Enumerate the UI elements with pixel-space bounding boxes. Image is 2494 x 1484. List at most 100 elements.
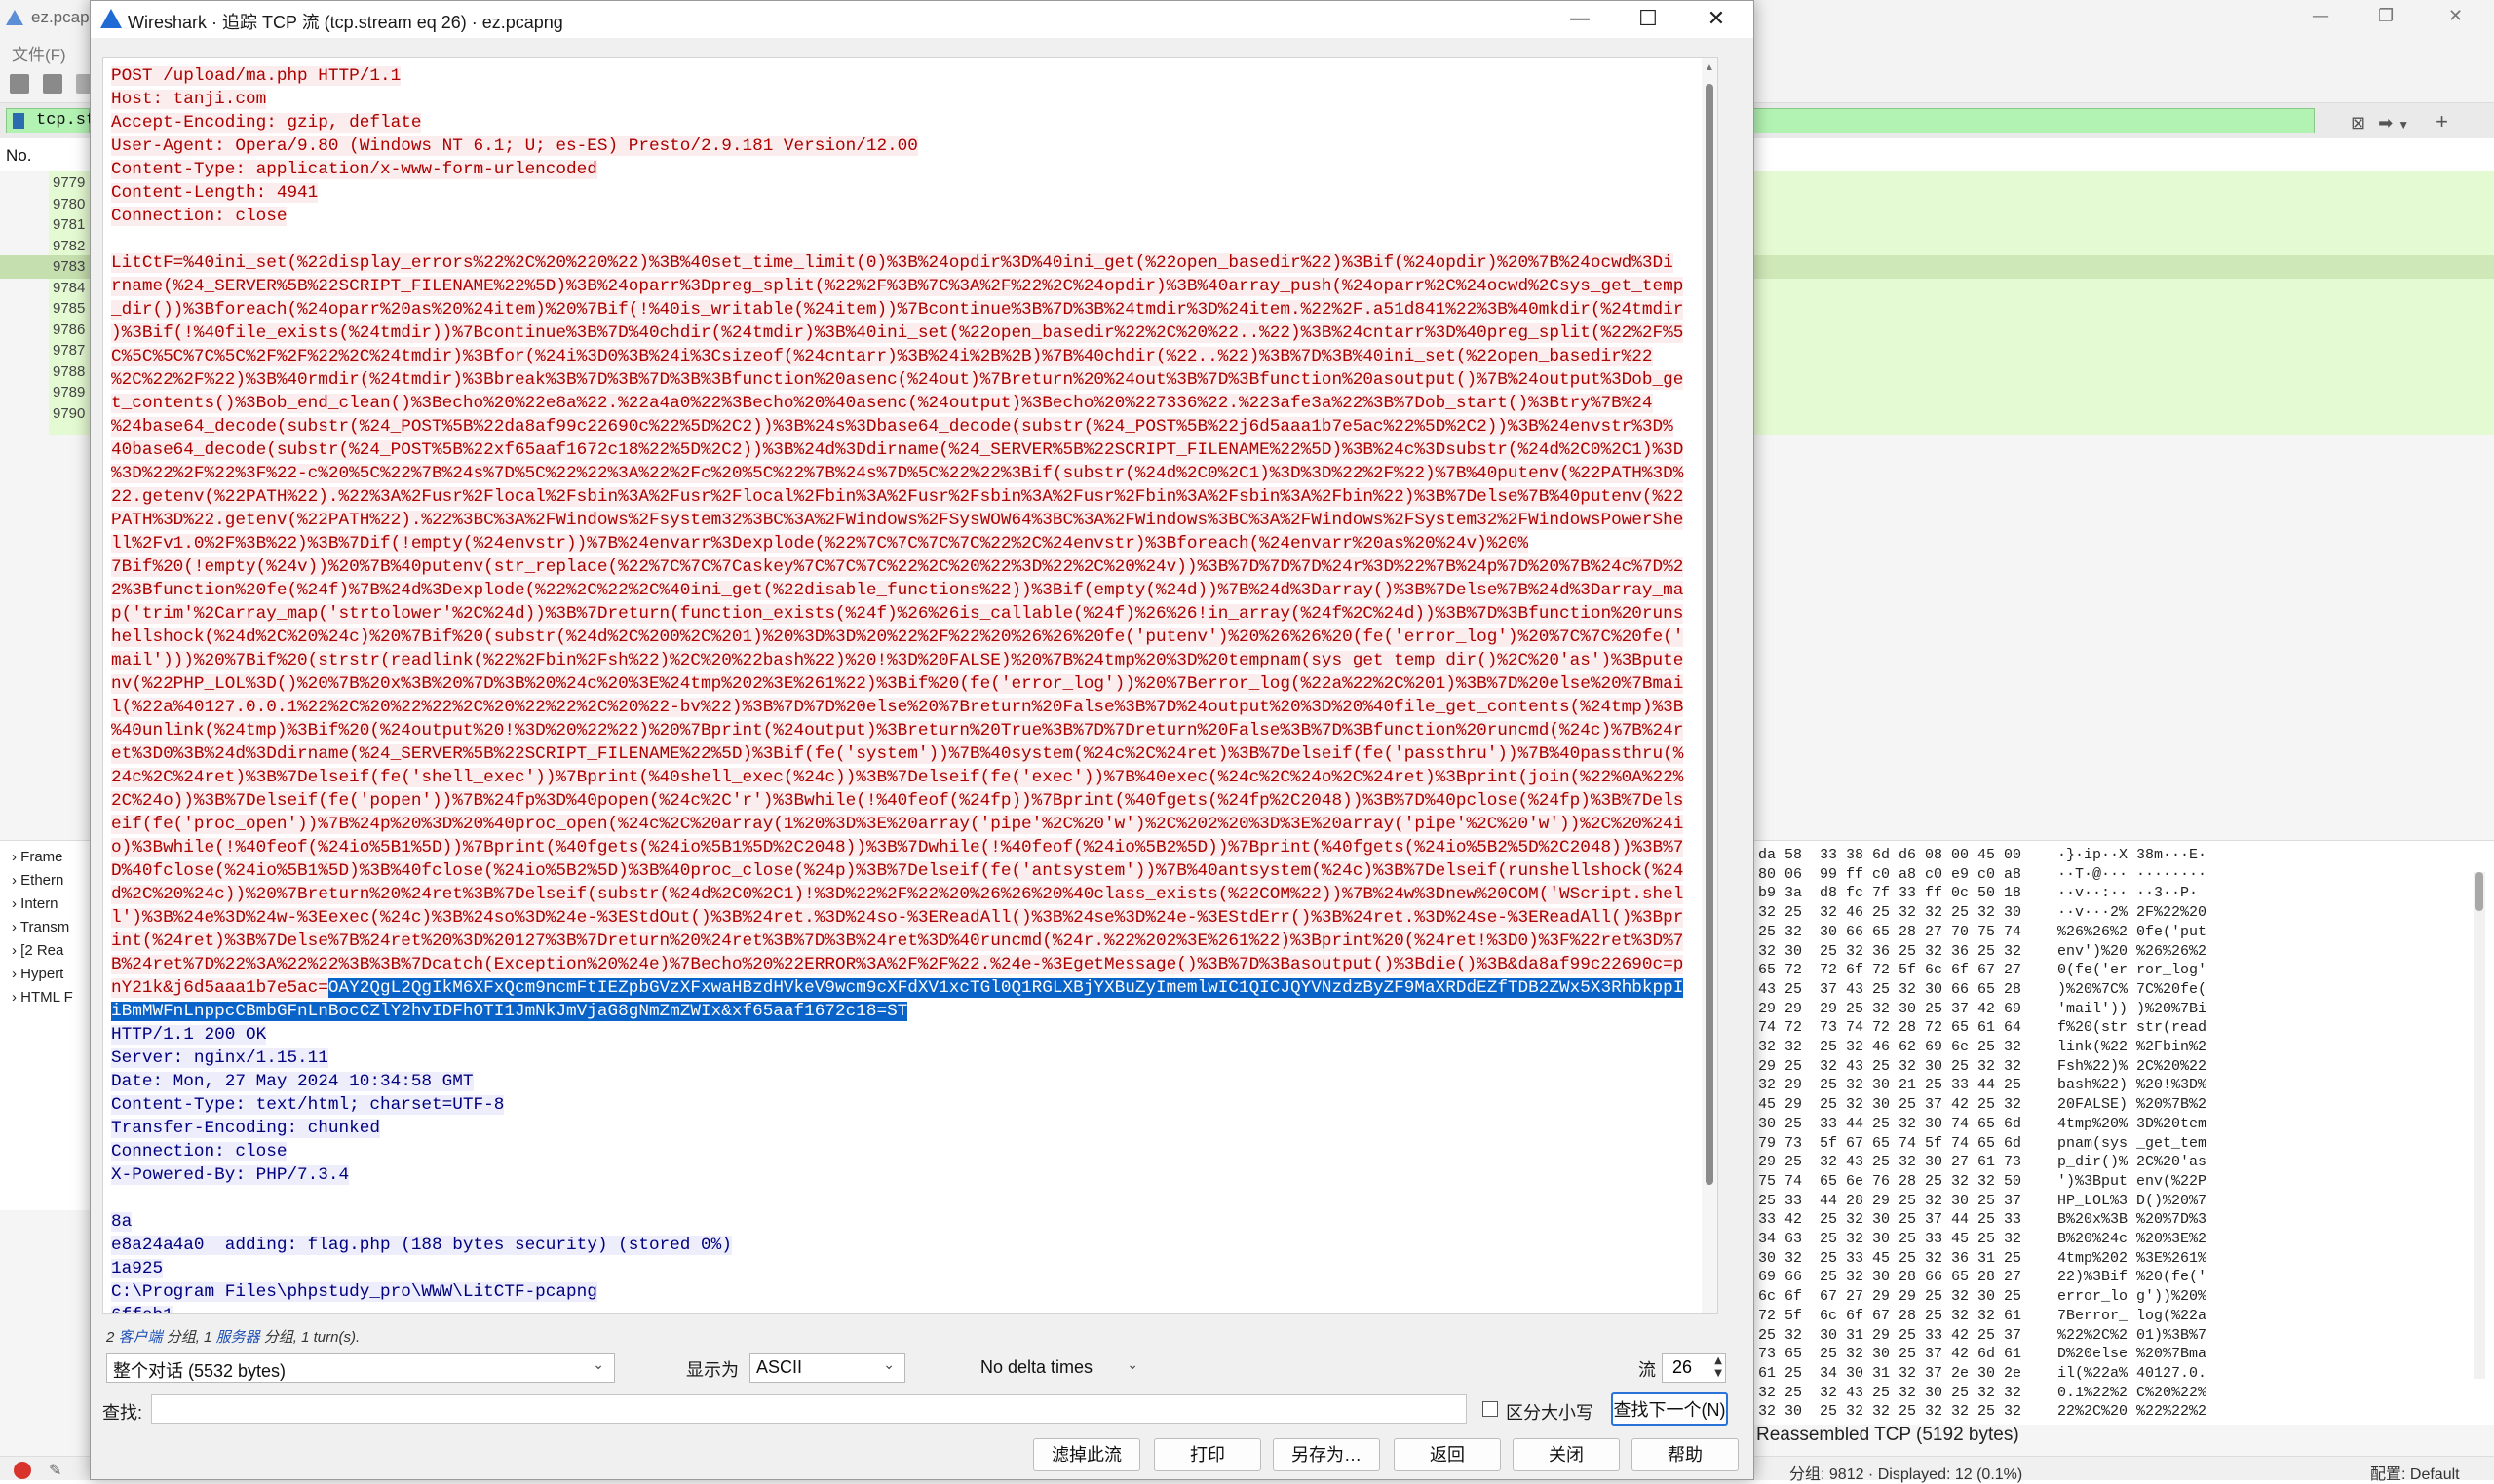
show-as-select[interactable]: ASCII ⌄ xyxy=(749,1353,905,1383)
expert-info-icon[interactable] xyxy=(14,1462,31,1479)
hex-bytes[interactable]: 32 30 25 32 36 25 32 36 25 32 xyxy=(1758,943,2021,960)
hex-ascii[interactable]: 20FALSE) %20%7B%2 xyxy=(2049,1096,2206,1113)
edit-comment-icon[interactable]: ✎ xyxy=(49,1461,61,1480)
hex-ascii[interactable]: f%20(str str(read xyxy=(2049,1019,2206,1036)
stream-text[interactable]: POST /upload/ma.php HTTP/1.1 Host: tanji… xyxy=(103,58,1698,1313)
bytes-scrollbar[interactable] xyxy=(2474,872,2485,1379)
chevron-right-icon[interactable]: › xyxy=(12,872,20,889)
find-next-button[interactable]: 查找下一个(N) xyxy=(1611,1392,1728,1426)
hex-bytes[interactable]: da 58 33 38 6d d6 08 00 45 00 xyxy=(1758,847,2021,863)
hex-ascii[interactable]: 22%2C%20 %22%22%2 xyxy=(2049,1403,2206,1420)
hex-ascii[interactable]: 4tmp%202 %3E%261% xyxy=(2049,1250,2206,1267)
hex-ascii[interactable]: pnam(sys _get_tem xyxy=(2049,1135,2206,1152)
hex-ascii[interactable]: 0(fe('er ror_log' xyxy=(2049,962,2206,978)
hex-ascii[interactable]: 0.1%22%2 C%20%22% xyxy=(2049,1385,2206,1401)
stream-number-spinbox[interactable]: 26 ▲ ▼ xyxy=(1662,1353,1726,1383)
close-button[interactable]: 关闭 xyxy=(1513,1438,1620,1471)
hex-bytes[interactable]: 25 32 30 31 29 25 33 42 25 37 xyxy=(1758,1327,2021,1344)
delta-times-select[interactable]: No delta times ⌄ xyxy=(974,1353,1149,1383)
hex-bytes[interactable]: 32 25 32 46 25 32 32 25 32 30 xyxy=(1758,904,2021,921)
hex-bytes[interactable]: 75 74 65 6e 76 28 25 32 32 50 xyxy=(1758,1173,2021,1190)
chevron-right-icon[interactable]: › xyxy=(12,942,20,959)
hex-bytes[interactable]: 65 72 72 6f 72 5f 6c 6f 67 27 xyxy=(1758,962,2021,978)
bytes-scrollbar-thumb[interactable] xyxy=(2475,872,2483,911)
find-input[interactable] xyxy=(151,1394,1467,1424)
clients-link[interactable]: 客户端 xyxy=(119,1329,163,1346)
hex-ascii[interactable]: 22)%3Bif %20(fe(' xyxy=(2049,1269,2206,1285)
hex-bytes[interactable]: 61 25 34 30 31 32 37 2e 30 2e xyxy=(1758,1365,2021,1382)
filter-buttons[interactable]: ⊠ ➡ ▼ + xyxy=(2351,109,2448,134)
hex-bytes[interactable]: 29 25 32 43 25 32 30 25 32 32 xyxy=(1758,1058,2021,1075)
detail-tree-item[interactable]: › Intern xyxy=(12,895,58,912)
add-filter-button-icon[interactable]: + xyxy=(2436,109,2448,133)
menu-file[interactable]: 文件(F) xyxy=(12,41,66,65)
case-sensitive-checkbox[interactable] xyxy=(1482,1401,1498,1417)
hex-ascii[interactable]: p_dir()% 2C%20'as xyxy=(2049,1154,2206,1170)
hex-ascii[interactable]: ··v··:·· ··3··P· xyxy=(2049,885,2198,901)
hex-ascii[interactable]: D%20else %20%7Bma xyxy=(2049,1346,2206,1362)
hex-ascii[interactable]: ·}·ip··X 38m···E· xyxy=(2049,847,2206,863)
scroll-up-icon[interactable]: ▲ xyxy=(1705,62,1714,73)
hex-ascii[interactable]: ··T·@··· ········ xyxy=(2049,866,2206,883)
print-button[interactable]: 打印 xyxy=(1154,1438,1261,1471)
hex-bytes[interactable]: 73 65 25 32 30 25 37 42 6d 61 xyxy=(1758,1346,2021,1362)
apply-filter-icon[interactable]: ➡ xyxy=(2378,113,2393,133)
hex-bytes[interactable]: 29 25 32 43 25 32 30 27 61 73 xyxy=(1758,1154,2021,1170)
hex-bytes[interactable]: 32 25 32 43 25 32 30 25 32 32 xyxy=(1758,1385,2021,1401)
hex-ascii[interactable]: error_lo g'))%20% xyxy=(2049,1288,2206,1305)
detail-tree-item[interactable]: › Ethern xyxy=(12,872,63,889)
chevron-right-icon[interactable]: › xyxy=(12,895,20,912)
hex-bytes[interactable]: 32 29 25 32 30 21 25 33 44 25 xyxy=(1758,1077,2021,1093)
spin-up-icon[interactable]: ▲ xyxy=(1714,1355,1722,1366)
help-button[interactable]: 帮助 xyxy=(1631,1438,1739,1471)
hex-ascii[interactable]: 'mail')) )%20%7Bi xyxy=(2049,1001,2206,1017)
hex-bytes[interactable]: 72 5f 6c 6f 67 28 25 32 32 61 xyxy=(1758,1308,2021,1324)
hex-ascii[interactable]: 7Berror_ log(%22a xyxy=(2049,1308,2206,1324)
hex-bytes[interactable]: 30 32 25 33 45 25 32 36 31 25 xyxy=(1758,1250,2021,1267)
restore-icon[interactable]: ❐ xyxy=(2378,6,2394,26)
spin-down-icon[interactable]: ▼ xyxy=(1714,1368,1722,1379)
hex-ascii[interactable]: env')%20 %26%26%2 xyxy=(2049,943,2206,960)
display-filter-input[interactable]: tcp.str xyxy=(6,108,105,133)
detail-tree-item[interactable]: › Transm xyxy=(12,919,69,935)
reassembled-tab[interactable]: Reassembled TCP (5192 bytes) xyxy=(1756,1425,2019,1446)
hex-bytes[interactable]: 43 25 37 43 25 32 30 66 65 28 xyxy=(1758,981,2021,998)
conversation-select[interactable]: 整个对话 (5532 bytes) ⌄ xyxy=(106,1353,615,1383)
back-button[interactable]: 返回 xyxy=(1394,1438,1501,1471)
save-as-button[interactable]: 另存为… xyxy=(1273,1438,1380,1471)
hex-bytes[interactable]: 33 42 25 32 30 25 37 44 25 33 xyxy=(1758,1211,2021,1228)
chevron-right-icon[interactable]: › xyxy=(12,989,20,1006)
detail-tree-item[interactable]: › HTML F xyxy=(12,989,73,1006)
hex-bytes[interactable]: 69 66 25 32 30 28 66 65 28 27 xyxy=(1758,1269,2021,1285)
hex-bytes[interactable]: 80 06 99 ff c0 a8 c0 e9 c0 a8 xyxy=(1758,866,2021,883)
chevron-right-icon[interactable]: › xyxy=(12,919,20,935)
status-profile[interactable]: 配置: Default xyxy=(2370,1461,2460,1484)
hex-bytes[interactable]: 74 72 73 74 72 28 72 65 61 64 xyxy=(1758,1019,2021,1036)
hex-ascii[interactable]: )%20%7C% 7C%20fe( xyxy=(2049,981,2206,998)
close-icon[interactable]: ✕ xyxy=(2448,6,2463,26)
hex-ascii[interactable]: HP_LOL%3 D()%20%7 xyxy=(2049,1193,2206,1209)
detail-tree-item[interactable]: › [2 Rea xyxy=(12,942,63,959)
minimize-icon[interactable]: — xyxy=(1551,1,1609,38)
hex-ascii[interactable]: B%20%24c %20%3E%2 xyxy=(2049,1231,2206,1247)
chevron-right-icon[interactable]: › xyxy=(12,849,20,865)
clear-filter-icon[interactable]: ⊠ xyxy=(2351,113,2365,133)
hex-bytes[interactable]: 34 63 25 32 30 25 33 45 25 32 xyxy=(1758,1231,2021,1247)
filter-history-chevron-down-icon[interactable]: ▼ xyxy=(2398,118,2409,132)
hex-bytes[interactable]: 32 30 25 32 32 25 32 32 25 32 xyxy=(1758,1403,2021,1420)
hex-bytes[interactable]: 79 73 5f 67 65 74 5f 74 65 6d xyxy=(1758,1135,2021,1152)
hex-ascii[interactable]: Fsh%22)% 2C%20%22 xyxy=(2049,1058,2206,1075)
hex-bytes[interactable]: b9 3a d8 fc 7f 33 ff 0c 50 18 xyxy=(1758,885,2021,901)
hex-ascii[interactable]: %26%26%2 0fe('put xyxy=(2049,924,2206,940)
stream-scrollbar-thumb[interactable] xyxy=(1706,84,1713,1185)
hex-ascii[interactable]: ··v···2% 2F%22%20 xyxy=(2049,904,2206,921)
hex-ascii[interactable]: 4tmp%20% 3D%20tem xyxy=(2049,1116,2206,1132)
chevron-right-icon[interactable]: › xyxy=(12,966,20,982)
minimize-icon[interactable]: — xyxy=(2312,6,2329,26)
start-capture-icon[interactable] xyxy=(10,74,29,94)
case-sensitive-label[interactable]: 区分大小写 xyxy=(1506,1399,1593,1425)
display-filter-input-ext[interactable] xyxy=(1749,108,2315,133)
hex-bytes[interactable]: 32 32 25 32 46 62 69 6e 25 32 xyxy=(1758,1039,2021,1055)
filter-out-stream-button[interactable]: 滤掉此流 xyxy=(1033,1438,1140,1471)
stream-content-pane[interactable]: POST /upload/ma.php HTTP/1.1 Host: tanji… xyxy=(102,57,1718,1314)
